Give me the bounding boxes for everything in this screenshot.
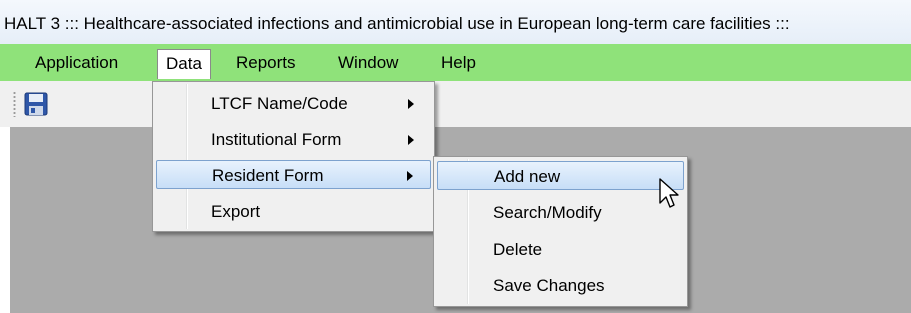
window-title: HALT 3 ::: Healthcare-associated infecti…: [4, 14, 790, 33]
menu-item-label: Institutional Form: [211, 130, 342, 149]
menu-reports[interactable]: Reports: [228, 44, 304, 81]
submenu-arrow-icon: [407, 171, 413, 181]
menu-item-label: Export: [211, 202, 261, 221]
menu-item-label: LTCF Name/Code: [211, 94, 348, 113]
menu-bar: Application Data Reports Window Help: [0, 44, 911, 81]
resident-form-submenu: Add new Search/Modify Delete Save Change…: [433, 156, 688, 307]
save-icon: [24, 92, 48, 116]
menu-help[interactable]: Help: [433, 44, 484, 81]
menu-window[interactable]: Window: [330, 44, 406, 81]
menu-item-save-changes[interactable]: Save Changes: [437, 271, 684, 300]
data-dropdown-menu: LTCF Name/Code Institutional Form Reside…: [152, 81, 435, 232]
toolbar-grip-handle[interactable]: [13, 91, 16, 117]
save-button[interactable]: [22, 90, 50, 118]
mouse-pointer-icon: [659, 178, 679, 208]
menu-item-label: Add new: [494, 167, 561, 186]
menu-item-resident-form[interactable]: Resident Form: [156, 160, 431, 189]
menu-item-label: Delete: [493, 240, 543, 259]
menu-item-export[interactable]: Export: [156, 197, 431, 226]
menu-item-institutional-form[interactable]: Institutional Form: [156, 125, 431, 154]
menu-item-label: Save Changes: [493, 276, 605, 295]
menu-application[interactable]: Application: [27, 44, 126, 81]
menu-item-search-modify[interactable]: Search/Modify: [437, 198, 684, 227]
submenu-arrow-icon: [408, 99, 414, 109]
submenu-arrow-icon: [408, 135, 414, 145]
menu-item-label: Search/Modify: [493, 203, 602, 222]
menu-data[interactable]: Data: [157, 49, 211, 79]
toolbar: [0, 81, 911, 127]
menu-item-delete[interactable]: Delete: [437, 235, 684, 264]
window-titlebar: HALT 3 ::: Healthcare-associated infecti…: [0, 0, 911, 44]
menu-item-ltcf-name-code[interactable]: LTCF Name/Code: [156, 89, 431, 118]
menu-item-add-new[interactable]: Add new: [437, 161, 684, 190]
menu-item-label: Resident Form: [212, 166, 324, 185]
